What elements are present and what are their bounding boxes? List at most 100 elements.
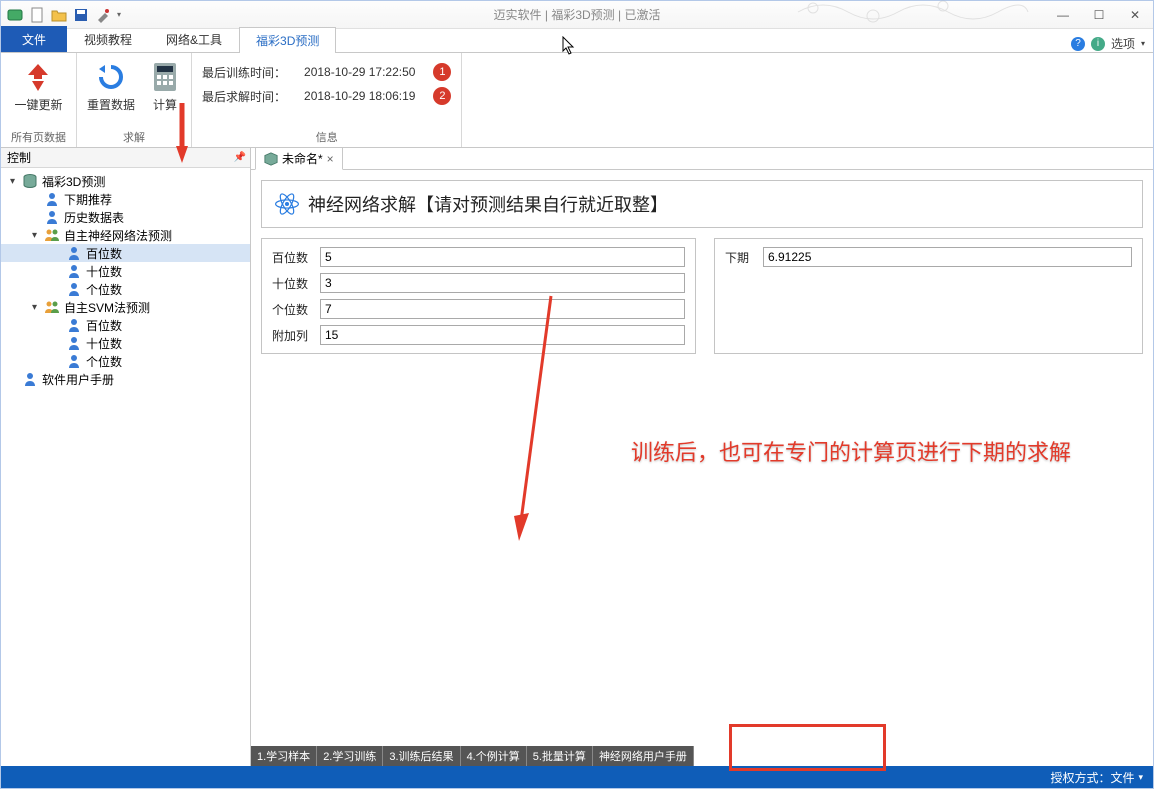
expand-icon[interactable]: ▾ [29,230,40,241]
btab-1[interactable]: 1.学习样本 [251,746,317,766]
tree-item[interactable]: 个位数 [1,352,250,370]
tree-item[interactable]: 个位数 [1,280,250,298]
info-value: 2018-10-29 17:22:50 [304,65,415,79]
status-dropdown-icon[interactable]: ▾ [1138,772,1143,783]
doc-close-icon[interactable]: × [327,152,334,166]
tree-item-label: 个位数 [86,281,122,298]
field-label: 下期 [725,249,763,266]
group-icon [44,227,60,243]
ribbon-item-reset[interactable]: 重置数据 [87,61,135,113]
tree-item[interactable]: 历史数据表 [1,208,250,226]
field-next[interactable] [763,247,1132,267]
tree-item-label: 百位数 [86,317,122,334]
doc-tab[interactable]: 未命名* × [255,147,343,170]
btab-4[interactable]: 4.个例计算 [461,746,527,766]
ribbon-right: ? i 选项 ▾ [1071,35,1153,52]
info-icon[interactable]: i [1091,37,1105,51]
tab-video[interactable]: 视频教程 [67,26,149,52]
window-controls: — ☐ ✕ [1045,4,1153,26]
person-icon [44,209,60,225]
calculator-icon [149,61,181,93]
qat-dropdown-icon[interactable]: ▾ [117,10,121,19]
options-dropdown-icon[interactable]: ▾ [1141,39,1145,48]
person-icon [66,353,82,369]
save-icon[interactable] [73,7,89,23]
tab-3d[interactable]: 福彩3D预测 [239,27,336,53]
tree-item[interactable]: 软件用户手册 [1,370,250,388]
ribbon-item-label: 一键更新 [14,96,62,113]
status-bar: 授权方式：文件 ▾ [1,766,1153,788]
ribbon-group-info: 最后训练时间： 2018-10-29 17:22:50 1 最后求解时间： 20… [192,53,462,147]
field-tens[interactable] [320,273,685,293]
person-icon [66,245,82,261]
info-label: 最后训练时间： [202,64,286,81]
form-grid: 百位数 十位数 个位数 附加列 下期 [261,238,1143,354]
tree-item-label: 自主SVM法预测 [64,299,150,316]
ribbon-item-label: 重置数据 [87,96,135,113]
new-icon[interactable] [29,7,45,23]
sidebar-title-text: 控制 [7,149,31,166]
tree-item[interactable]: ▾ 自主SVM法预测 [1,298,250,316]
tree-item-label: 自主神经网络法预测 [64,227,172,244]
tree-item-label: 百位数 [86,245,122,262]
bottom-tabs: 1.学习样本 2.学习训练 3.训练后结果 4.个例计算 5.批量计算 神经网络… [251,746,1153,766]
tab-network[interactable]: 网络&工具 [149,26,239,52]
tree-item[interactable]: 十位数 [1,262,250,280]
expand-icon[interactable]: ▾ [7,176,18,187]
pin-icon[interactable]: 📌 [234,152,246,163]
tree[interactable]: ▾福彩3D预测下期推荐历史数据表▾自主神经网络法预测百位数十位数个位数▾自主SV… [1,168,250,766]
tree-item[interactable]: 百位数 [1,316,250,334]
tree-item-label: 个位数 [86,353,122,370]
btab-3[interactable]: 3.训练后结果 [383,746,460,766]
ribbon-item-calc[interactable]: 计算 [149,61,181,113]
person-icon [66,317,82,333]
badge-1: 1 [433,63,451,81]
btab-2[interactable]: 2.学习训练 [317,746,383,766]
tree-item[interactable]: 百位数 [1,244,250,262]
field-label: 百位数 [272,249,320,266]
tab-file[interactable]: 文件 [1,26,67,52]
reset-icon [95,61,127,93]
tree-item[interactable]: 十位数 [1,334,250,352]
btab-5[interactable]: 5.批量计算 [527,746,593,766]
maximize-button[interactable]: ☐ [1081,4,1117,26]
help-icon[interactable]: ? [1071,37,1085,51]
sidebar: 控制 📌 ▾福彩3D预测下期推荐历史数据表▾自主神经网络法预测百位数十位数个位数… [1,148,251,766]
btab-manual[interactable]: 神经网络用户手册 [593,746,694,766]
options-label[interactable]: 选项 [1111,35,1135,52]
info-value: 2018-10-29 18:06:19 [304,89,415,103]
ribbon-tabs: 文件 视频教程 网络&工具 福彩3D预测 ? i 选项 ▾ [1,29,1153,53]
ribbon-group-label: 信息 [316,127,338,145]
ribbon: 一键更新 所有页数据 重置数据 计算 求解 最后训练时间： 2018-10-29… [1,53,1153,148]
title-bar: ▾ 迈实软件 | 福彩3D预测 | 已激活 — ☐ ✕ [1,1,1153,29]
tree-item[interactable]: ▾ 福彩3D预测 [1,172,250,190]
field-extra[interactable] [320,325,685,345]
db-icon [22,173,38,189]
minimize-button[interactable]: — [1045,4,1081,26]
doc-tabs: 未命名* × [251,148,1153,170]
atom-icon [274,191,300,217]
col-left: 百位数 十位数 个位数 附加列 [261,238,696,354]
cube-icon [264,152,278,166]
field-hundreds[interactable] [320,247,685,267]
panel-header: 神经网络求解【请对预测结果自行就近取整】 [261,180,1143,228]
ribbon-item-update[interactable]: 一键更新 [14,61,62,113]
close-button[interactable]: ✕ [1117,4,1153,26]
annotation-text: 训练后，也可在专门的计算页进行下期的求解 [631,435,1071,467]
tree-item-label: 软件用户手册 [42,371,114,388]
content: 未命名* × 神经网络求解【请对预测结果自行就近取整】 百位数 [251,148,1153,766]
main: 控制 📌 ▾福彩3D预测下期推荐历史数据表▾自主神经网络法预测百位数十位数个位数… [1,148,1153,766]
field-label: 十位数 [272,275,320,292]
open-icon[interactable] [51,7,67,23]
tools-icon[interactable] [95,7,111,23]
field-ones[interactable] [320,299,685,319]
badge-2: 2 [433,87,451,105]
doc-body: 神经网络求解【请对预测结果自行就近取整】 百位数 十位数 个位数 附加列 下期 … [251,170,1153,766]
tree-item-label: 福彩3D预测 [42,173,105,190]
expand-icon[interactable]: ▾ [29,302,40,313]
qat: ▾ [1,7,121,23]
tree-item[interactable]: 下期推荐 [1,190,250,208]
decorative-swirl [793,0,1033,28]
person-icon [44,191,60,207]
tree-item[interactable]: ▾ 自主神经网络法预测 [1,226,250,244]
